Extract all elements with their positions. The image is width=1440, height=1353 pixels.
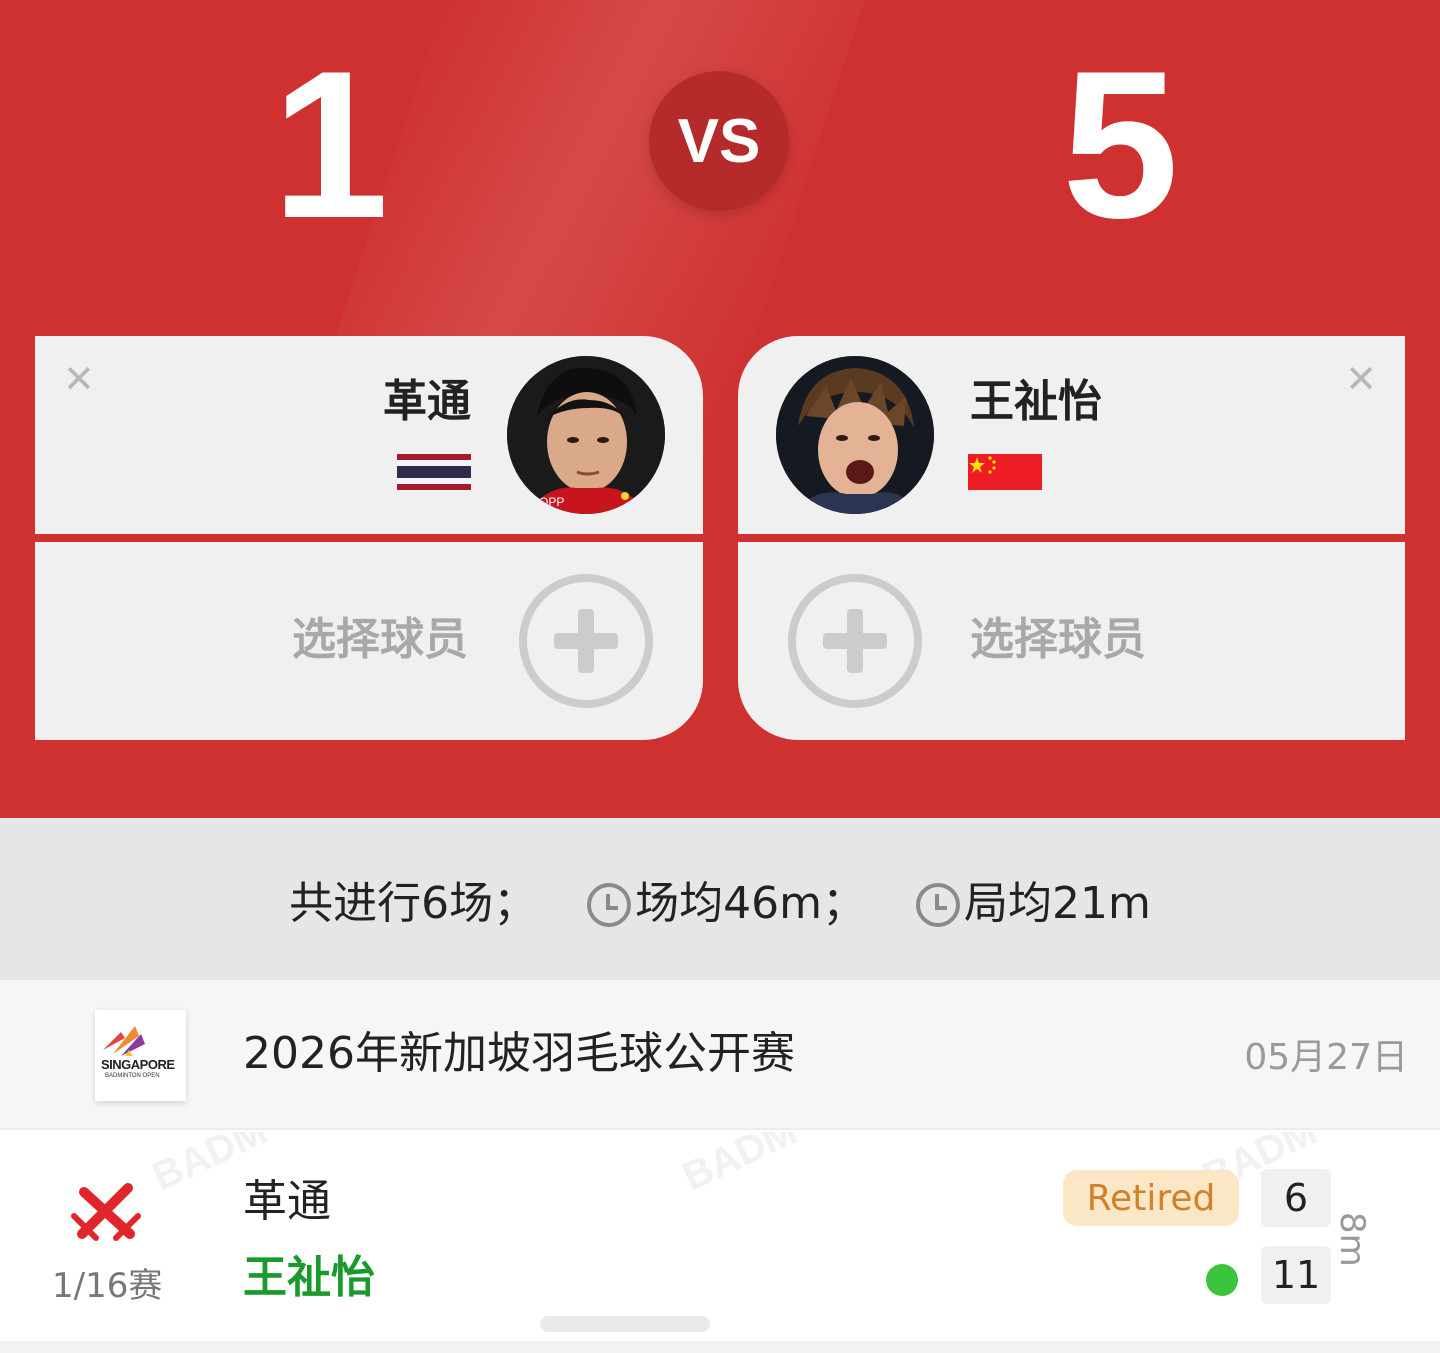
close-icon[interactable]: ✕ [1345, 360, 1377, 398]
player-avatar-left: OPP [507, 356, 665, 514]
tournament-name: 2026年新加坡羽毛球公开赛 [243, 1028, 795, 1079]
player-avatar-right [776, 356, 934, 514]
select-player-right[interactable]: 选择球员 [738, 542, 1405, 740]
player-card-right[interactable]: 王祉怡 ✕ [738, 336, 1405, 534]
close-icon[interactable]: ✕ [63, 360, 95, 398]
plus-circle-icon[interactable] [788, 574, 922, 708]
summary-total-matches: 共进行6场； [289, 878, 538, 929]
plus-circle-icon[interactable] [519, 574, 653, 708]
shuttlecock-logo-icon [103, 1026, 145, 1056]
h2h-summary: 共进行6场； 场均46m； 局均21m [0, 818, 1440, 980]
home-indicator [540, 1316, 710, 1332]
summary-avg-match-time: 场均46m； [635, 878, 866, 929]
select-player-left[interactable]: 选择球员 [35, 542, 703, 740]
summary-avg-game-time: 局均21m [964, 878, 1151, 929]
round-label: 1/16赛 [52, 1266, 163, 1306]
retired-badge: Retired [1063, 1170, 1239, 1226]
player-name-left: 革通 [383, 376, 471, 427]
match-row[interactable]: BADM BADM BADM 1/16赛 革通 王祉怡 Retired 6 11… [0, 1132, 1440, 1353]
tournament-header[interactable]: SINGAPORE BADMINTON OPEN 2026年新加坡羽毛球公开赛 … [0, 980, 1440, 1130]
tournament-date: 05月27日 [1244, 1037, 1408, 1078]
match-player-b-winner: 王祉怡 [243, 1252, 375, 1303]
score-right: 5 [1062, 27, 1179, 262]
bottom-divider [0, 1341, 1440, 1353]
match-duration: 8m [1332, 1212, 1372, 1267]
clock-icon [587, 883, 632, 927]
clock-icon [916, 883, 960, 927]
score-left: 1 [272, 27, 389, 262]
tournament-logo-subtext: BADMINTON OPEN [105, 1073, 160, 1079]
svg-text:OPP: OPP [539, 495, 564, 509]
thailand-flag-icon [397, 454, 471, 490]
tournament-logo-text: SINGAPORE [101, 1057, 175, 1072]
player-name-right: 王祉怡 [970, 376, 1102, 427]
score-box-player-a: 6 [1261, 1169, 1331, 1227]
h2h-header: 1 VS 5 ✕ 革通 OPP 选择球员 王祉怡 ✕ 选择球员 [0, 0, 1440, 818]
vs-badge: VS [649, 71, 789, 211]
player-card-left[interactable]: ✕ 革通 OPP [35, 336, 703, 534]
score-box-player-b: 11 [1261, 1246, 1331, 1304]
select-player-label-right: 选择球员 [970, 614, 1146, 665]
tournament-logo: SINGAPORE BADMINTON OPEN [95, 1010, 186, 1101]
match-player-a: 革通 [243, 1176, 331, 1227]
select-player-label-left: 选择球员 [292, 614, 468, 665]
winner-dot-icon [1206, 1264, 1238, 1296]
crossed-swords-icon [71, 1183, 141, 1241]
watermark: BADM [676, 1132, 804, 1200]
china-flag-icon [968, 454, 1042, 490]
